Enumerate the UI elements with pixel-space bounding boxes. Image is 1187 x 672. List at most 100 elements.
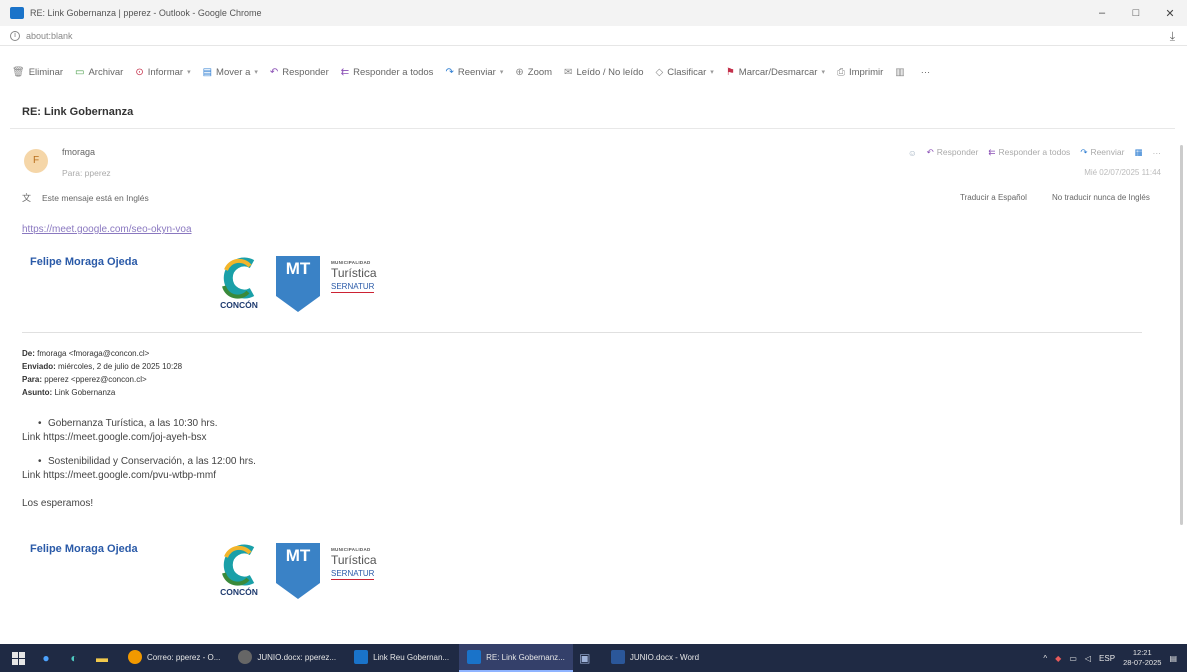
address-url[interactable]: about:blank — [26, 31, 73, 41]
language-indicator[interactable]: ESP — [1099, 654, 1115, 663]
bullet-icon: • — [38, 418, 42, 429]
clock[interactable]: 12:21 28-07-2025 — [1123, 648, 1161, 668]
windows-start-icon[interactable] — [8, 649, 28, 667]
notification-icon[interactable]: ▤ — [1169, 654, 1177, 663]
flag-button[interactable]: ⚑ Marcar/Desmarcar ▾ — [726, 67, 825, 78]
immersive-reader-button[interactable]: ▥ — [895, 67, 908, 78]
info-icon[interactable]: i — [10, 30, 20, 41]
taskbar-app-label: JUNIO.docx - Word — [629, 652, 700, 662]
chevron-down-icon: ▾ — [254, 69, 258, 76]
taskbar-app-re-link[interactable]: RE: Link Gobernanz... — [459, 644, 573, 672]
categorize-button[interactable]: ◇ Clasificar ▾ — [656, 67, 714, 78]
quoted-subject: Asunto: Link Gobernanza — [22, 388, 115, 397]
reply-all-action-label: Responder a todos — [998, 147, 1071, 157]
address-bar: i about:blank ⤓ — [0, 26, 1187, 46]
closing-text: Los esperamos! — [22, 498, 94, 509]
clock-date: 28-07-2025 — [1123, 658, 1162, 667]
taskbar-app-label: Correo: pperez - O... — [147, 652, 221, 662]
message-toolbar: 🗑 Eliminar ▭ Archivar ⊙ Informar ▾ ▤ Mov… — [0, 58, 1187, 86]
shield-icon: ⊙ — [135, 66, 144, 78]
reply-action[interactable]: ↶ Responder — [927, 147, 979, 158]
move-button[interactable]: ▤ Mover a ▾ — [203, 67, 258, 78]
divider — [10, 128, 1175, 129]
minimize-button[interactable]: – — [1085, 0, 1119, 26]
mt-logo: MT — [276, 256, 320, 312]
reply-all-button[interactable]: ⇇ Responder a todos — [341, 67, 434, 78]
apps-icon[interactable]: ▦ — [1134, 147, 1142, 158]
mt-logo-letters: MT — [276, 260, 320, 278]
quoted-link-1[interactable]: Link https://meet.google.com/joj-ayeh-bs… — [22, 432, 207, 443]
close-button[interactable]: ✕ — [1153, 0, 1187, 26]
chevron-down-icon: ▾ — [710, 69, 714, 76]
list-item: Sostenibilidad y Conservación, a las 12:… — [48, 456, 256, 467]
reply-icon: ↶ — [926, 147, 934, 157]
taskbar-app-link-reu[interactable]: Link Reu Gobernan... — [346, 644, 457, 672]
turistica-label: Turística — [331, 553, 377, 567]
recipient: Para: pperez — [62, 168, 111, 178]
reply-action-label: Responder — [936, 147, 979, 157]
read-unread-button[interactable]: ✉ Leído / No leído — [564, 67, 643, 78]
reply-all-action[interactable]: ⇇ Responder a todos — [988, 147, 1070, 158]
zoom-label: Zoom — [527, 66, 553, 78]
delete-button[interactable]: 🗑 Eliminar — [12, 67, 63, 78]
volume-icon[interactable]: ◁ — [1085, 654, 1091, 663]
translate-button[interactable]: Traducir a Español — [960, 193, 1027, 202]
quoted-subject-value: Link Gobernanza — [54, 388, 116, 397]
print-label: Imprimir — [848, 66, 884, 78]
mt-logo-letters: MT — [276, 547, 320, 565]
reader-icon: ▥ — [895, 66, 905, 78]
more-options-button[interactable]: ··· — [921, 67, 931, 78]
sender-name[interactable]: fmoraga — [62, 147, 95, 157]
printer-icon: ⎙ — [836, 66, 845, 78]
title-bar: RE: Link Gobernanza | pperez - Outlook -… — [0, 0, 1187, 26]
reply-button[interactable]: ↶ Responder — [270, 67, 329, 78]
network-icon[interactable]: ▭ — [1069, 654, 1077, 663]
never-translate-button[interactable]: No traducir nunca de Inglés — [1052, 193, 1150, 202]
taskbar-app-word[interactable]: JUNIO.docx - Word — [603, 644, 707, 672]
avatar[interactable]: F — [24, 149, 48, 173]
concon-logo-text: CONCÓN — [220, 587, 258, 597]
chevron-up-icon[interactable]: ^ — [1043, 654, 1047, 663]
shield-icon[interactable]: ◆ — [1055, 654, 1061, 663]
quoted-from-value: fmoraga <fmoraga@concon.cl> — [37, 349, 150, 358]
taskbar-app-label: RE: Link Gobernanz... — [486, 652, 565, 662]
maximize-button[interactable]: □ — [1119, 0, 1153, 26]
zoom-button[interactable]: ⊕ Zoom — [515, 67, 552, 78]
forward-button[interactable]: ↷ Reenviar ▾ — [445, 67, 503, 78]
quoted-link-2[interactable]: Link https://meet.google.com/pvu-wtbp-mm… — [22, 470, 216, 481]
delete-label: Eliminar — [28, 66, 64, 78]
categorize-label: Clasificar — [667, 66, 707, 78]
archive-button[interactable]: ▭ Archivar — [75, 67, 123, 78]
forward-action[interactable]: ↷ Reenviar — [1080, 147, 1124, 158]
message-date: Mié 02/07/2025 11:44 — [1084, 168, 1161, 177]
trash-icon: 🗑 — [12, 66, 25, 78]
report-button[interactable]: ⊙ Informar ▾ — [135, 67, 190, 78]
muni-label: MUNICIPALIDAD — [331, 547, 371, 552]
edge-icon[interactable]: ◐ — [64, 649, 84, 667]
reply-all-icon: ⇇ — [340, 66, 350, 78]
taskbar-app-correo[interactable]: Correo: pperez - O... — [120, 644, 228, 672]
concon-logo: CONCÓN — [212, 543, 266, 599]
mt-logo-text: MT — [285, 546, 311, 565]
read-unread-label: Leído / No leído — [576, 66, 644, 78]
outlook-icon — [467, 650, 482, 664]
meet-link[interactable]: https://meet.google.com/seo-okyn-voa — [22, 224, 192, 235]
reply-icon: ↶ — [269, 66, 279, 78]
download-icon[interactable]: ⤓ — [1170, 29, 1175, 44]
forward-action-label: Reenviar — [1090, 147, 1125, 157]
quoted-from-label: De: — [22, 349, 35, 358]
forward-icon: ↷ — [445, 66, 454, 78]
forward-icon: ↷ — [1080, 147, 1088, 157]
app-icon[interactable]: ▣ — [575, 649, 595, 667]
word-icon — [610, 650, 625, 664]
taskbar-app-junio-docx[interactable]: JUNIO.docx: pperez... — [230, 644, 344, 672]
message-more-button[interactable]: ··· — [1153, 148, 1162, 158]
print-button[interactable]: ⎙ Imprimir — [837, 67, 883, 78]
quoted-sent-value: miércoles, 2 de julio de 2025 10:28 — [58, 362, 183, 371]
scrollbar[interactable] — [1180, 145, 1183, 525]
app-icon[interactable]: ● — [36, 649, 56, 667]
emoji-icon[interactable]: ☺ — [908, 148, 917, 158]
file-explorer-icon[interactable]: ▬ — [92, 649, 112, 667]
concon-logo-mark — [222, 544, 255, 586]
sernatur-label: SERNATUR — [331, 569, 375, 580]
